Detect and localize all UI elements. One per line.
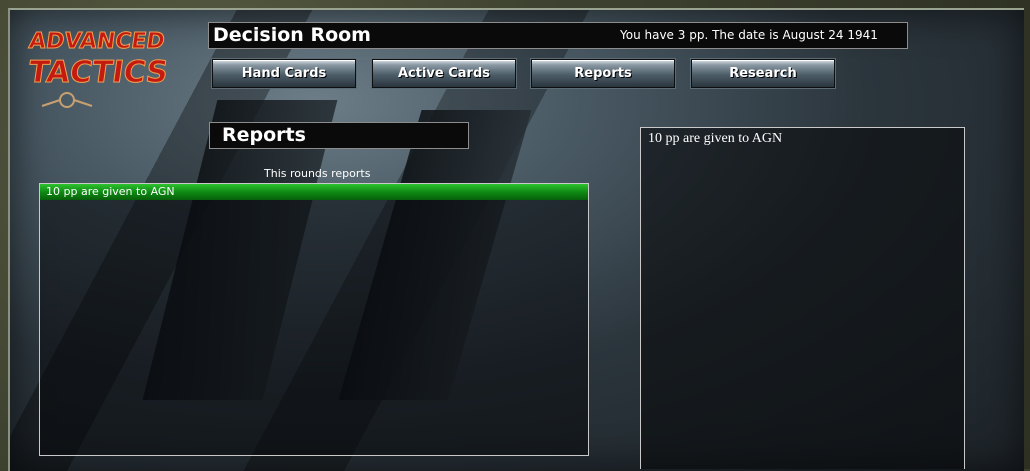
advanced-tactics-logo: ADVANCED TACTICS xyxy=(26,28,171,108)
section-header: Reports xyxy=(209,122,469,149)
logo-text: TACTICS xyxy=(26,55,170,90)
status-text: You have 3 pp. The date is August 24 194… xyxy=(620,28,878,42)
hand-cards-button[interactable]: Hand Cards xyxy=(212,59,356,88)
research-button[interactable]: Research xyxy=(691,59,835,88)
page-title: Decision Room xyxy=(213,24,371,46)
report-detail-pane: 10 pp are given to AGN xyxy=(640,127,965,469)
reports-list[interactable]: 10 pp are given to AGN xyxy=(39,183,589,456)
title-bar: Decision Room You have 3 pp. The date is… xyxy=(208,22,908,49)
report-detail-text: 10 pp are given to AGN xyxy=(648,131,783,146)
section-title: Reports xyxy=(222,124,306,146)
window-frame: ADVANCED TACTICS Decision Room You have … xyxy=(0,0,1030,471)
reports-list-caption: This rounds reports xyxy=(264,167,371,180)
reports-button[interactable]: Reports xyxy=(531,59,675,88)
list-item[interactable]: 10 pp are given to AGN xyxy=(40,184,588,200)
active-cards-button[interactable]: Active Cards xyxy=(372,59,516,88)
logo-text: ADVANCED xyxy=(27,28,166,54)
